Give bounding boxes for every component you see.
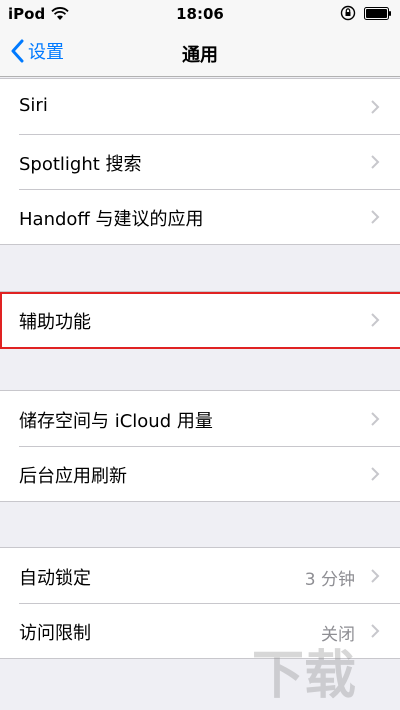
settings-group-4: 自动锁定 3 分钟 访问限制 关闭 xyxy=(0,547,400,659)
row-label: 后台应用刷新 xyxy=(19,466,127,487)
chevron-right-icon xyxy=(371,155,380,169)
row-accessibility[interactable]: 辅助功能 xyxy=(0,292,400,347)
chevron-right-icon xyxy=(371,569,380,583)
row-spotlight-search[interactable]: Spotlight 搜索 xyxy=(0,134,400,189)
row-siri[interactable]: Siri xyxy=(0,79,400,134)
row-label: 储存空间与 iCloud 用量 xyxy=(19,411,213,432)
page-title: 通用 xyxy=(182,45,218,66)
battery-icon xyxy=(364,6,391,20)
row-label: 辅助功能 xyxy=(19,312,91,333)
row-value: 关闭 xyxy=(321,625,355,645)
status-right-icons xyxy=(340,5,392,21)
chevron-right-icon xyxy=(371,624,380,638)
chevron-right-icon xyxy=(371,467,380,481)
row-label: Handoff 与建议的应用 xyxy=(19,209,204,230)
settings-group-2: 辅助功能 xyxy=(0,291,400,348)
row-auto-lock[interactable]: 自动锁定 3 分钟 xyxy=(0,548,400,603)
row-restrictions[interactable]: 访问限制 关闭 xyxy=(0,603,400,658)
orientation-lock-icon xyxy=(340,5,356,21)
settings-group-3: 储存空间与 iCloud 用量 后台应用刷新 xyxy=(0,390,400,502)
chevron-right-icon xyxy=(371,313,380,327)
row-label: 访问限制 xyxy=(19,623,91,644)
row-value: 3 分钟 xyxy=(304,570,355,590)
settings-group-1: Siri Spotlight 搜索 Handoff 与建议的应用 xyxy=(0,78,400,245)
row-handoff[interactable]: Handoff 与建议的应用 xyxy=(0,189,400,244)
screen: iPod 18:06 设置 通用 Siri Spotlight 搜索 Hando… xyxy=(0,0,400,710)
row-label: Spotlight 搜索 xyxy=(19,154,142,175)
row-label: 自动锁定 xyxy=(19,568,91,589)
row-storage-icloud[interactable]: 储存空间与 iCloud 用量 xyxy=(0,391,400,446)
chevron-right-icon xyxy=(371,210,380,224)
chevron-right-icon xyxy=(371,100,380,114)
row-background-refresh[interactable]: 后台应用刷新 xyxy=(0,446,400,501)
chevron-right-icon xyxy=(371,412,380,426)
row-label: Siri xyxy=(19,95,48,116)
status-bar: iPod 18:06 xyxy=(0,0,400,30)
navigation-bar: 设置 通用 xyxy=(0,30,400,77)
